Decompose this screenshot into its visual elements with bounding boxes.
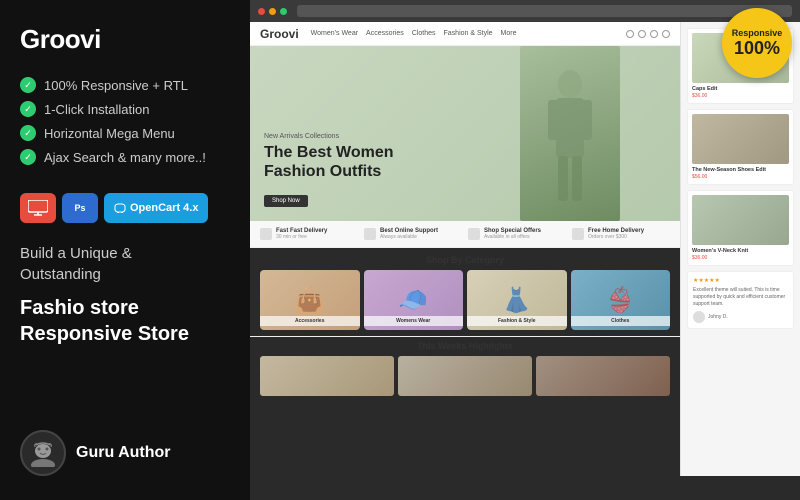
category-womens[interactable]: 🧢 Womens Wear [364,270,464,330]
delivery-desc: 30 min or free [276,234,358,240]
product-3-image [692,195,789,245]
store-right-sidebar: Caps Edit $36.00 The New-Season Shoes Ed… [680,22,800,476]
store-nav: Groovi Women's Wear Accessories Clothes … [250,22,680,46]
feature-offers: Shop Special Offers Available in all off… [468,228,566,240]
left-sidebar: Groovi ✓ 100% Responsive + RTL ✓ 1-Click… [0,0,250,500]
categories-grid: 👜 Accessories 🧢 Womens Wear 👗 Fashion & … [250,270,680,336]
author-name: Guru Author [76,444,171,462]
fashion-label: Fashion & Style [467,316,567,326]
feature-support: Best Online Support Always available [364,228,462,240]
features-row: Fast Fast Delivery 30 min or free Best O… [250,221,680,248]
responsive-percent: 100% [734,39,780,57]
highlight-3[interactable] [536,356,670,396]
product-1-title: Caps Edit [692,86,789,92]
store-main-area: Groovi Women's Wear Accessories Clothes … [250,22,680,476]
author-section: Guru Author [20,430,230,476]
reviewer-name: Johny D. [708,314,728,321]
hero-text: New Arrivals Collections The Best WomenF… [264,133,394,207]
nav-item-clothes[interactable]: Clothes [412,30,436,37]
search-icon[interactable] [626,30,634,38]
product-2-image [692,114,789,164]
accessories-label: Accessories [260,316,360,326]
nav-item-womens[interactable]: Women's Wear [311,30,358,37]
browser-minimize-dot [269,8,276,15]
shop-now-button[interactable]: Shop Now [264,195,308,207]
check-icon-1: ✓ [20,77,36,93]
opencart-label: OpenCart 4.x [130,202,198,214]
feature-label-4: Ajax Search & many more..! [44,150,206,165]
highlight-1[interactable] [260,356,394,396]
category-accessories[interactable]: 👜 Accessories [260,270,360,330]
feature-item-2: ✓ 1-Click Installation [20,101,230,117]
wishlist-icon[interactable] [650,30,658,38]
reviewer: Johny D. [693,311,788,323]
sidebar-product-3[interactable]: Women's V-Neck Knit $36.00 [687,190,794,266]
hero-banner: New Arrivals Collections The Best WomenF… [250,46,680,221]
feature-label-1: 100% Responsive + RTL [44,78,188,93]
monitor-badge [20,193,56,223]
check-icon-3: ✓ [20,125,36,141]
nav-icon-group [626,30,670,38]
browser-url-bar [297,5,792,17]
reviewer-avatar [693,311,705,323]
photoshop-badge: Ps [62,193,98,223]
cart-icon[interactable] [662,30,670,38]
main-preview: Groovi Women's Wear Accessories Clothes … [250,0,800,500]
check-icon-4: ✓ [20,149,36,165]
features-list: ✓ 100% Responsive + RTL ✓ 1-Click Instal… [20,77,230,173]
delivery-icon [260,228,272,240]
store-title: Fashio storeResponsive Store [20,295,230,347]
check-icon-2: ✓ [20,101,36,117]
highlight-2[interactable] [398,356,532,396]
nav-items: Women's Wear Accessories Clothes Fashion… [311,30,614,37]
category-fashion[interactable]: 👗 Fashion & Style [467,270,567,330]
responsive-badge: Responsive 100% [722,8,792,78]
feature-item-3: ✓ Horizontal Mega Menu [20,125,230,141]
product-3-price: $36.00 [692,255,789,261]
hero-subtitle: New Arrivals Collections [264,133,394,140]
opencart-badge[interactable]: OpenCart 4.x [104,193,208,223]
nav-item-accessories[interactable]: Accessories [366,30,404,37]
offers-desc: Available in all offers [484,234,566,240]
free-delivery-icon [572,228,584,240]
categories-section-title: Shop By Category [250,248,680,270]
highlights-title: This Weeks Highlights [250,336,680,356]
product-2-price: $56.00 [692,174,789,180]
womens-label: Womens Wear [364,316,464,326]
highlights-row [250,356,680,400]
feature-item-1: ✓ 100% Responsive + RTL [20,77,230,93]
nav-item-more[interactable]: More [501,30,517,37]
offers-icon [468,228,480,240]
browser-maximize-dot [280,8,287,15]
free-delivery-desc: Orders over $300 [588,234,670,240]
hero-title: The Best WomenFashion Outfits [264,143,394,181]
review-text: Excellent theme will suited. This is tim… [693,287,788,308]
feature-label-3: Horizontal Mega Menu [44,126,175,141]
store-content: Groovi Women's Wear Accessories Clothes … [250,22,800,476]
tagline: Build a Unique &Outstanding [20,243,230,285]
sidebar-product-2[interactable]: The New-Season Shoes Edit $56.00 [687,109,794,185]
support-icon [364,228,376,240]
tech-badges: Ps OpenCart 4.x [20,193,230,223]
feature-free-delivery: Free Home Delivery Orders over $300 [572,228,670,240]
category-clothes[interactable]: 👙 Clothes [571,270,671,330]
clothes-label: Clothes [571,316,671,326]
product-2-title: The New-Season Shoes Edit [692,167,789,173]
browser-close-dot [258,8,265,15]
user-icon[interactable] [638,30,646,38]
customer-review: ★★★★★ Excellent theme will suited. This … [687,271,794,329]
product-3-title: Women's V-Neck Knit [692,248,789,254]
product-1-price: $36.00 [692,93,789,99]
support-desc: Always available [380,234,462,240]
feature-label-2: 1-Click Installation [44,102,150,117]
hero-model-image [520,46,620,221]
feature-item-4: ✓ Ajax Search & many more..! [20,149,230,165]
browser-bar [250,0,800,22]
review-stars: ★★★★★ [693,277,788,285]
feature-delivery: Fast Fast Delivery 30 min or free [260,228,358,240]
author-avatar [20,430,66,476]
brand-title: Groovi [20,24,230,55]
store-logo: Groovi [260,27,299,41]
nav-item-fashion[interactable]: Fashion & Style [444,30,493,37]
